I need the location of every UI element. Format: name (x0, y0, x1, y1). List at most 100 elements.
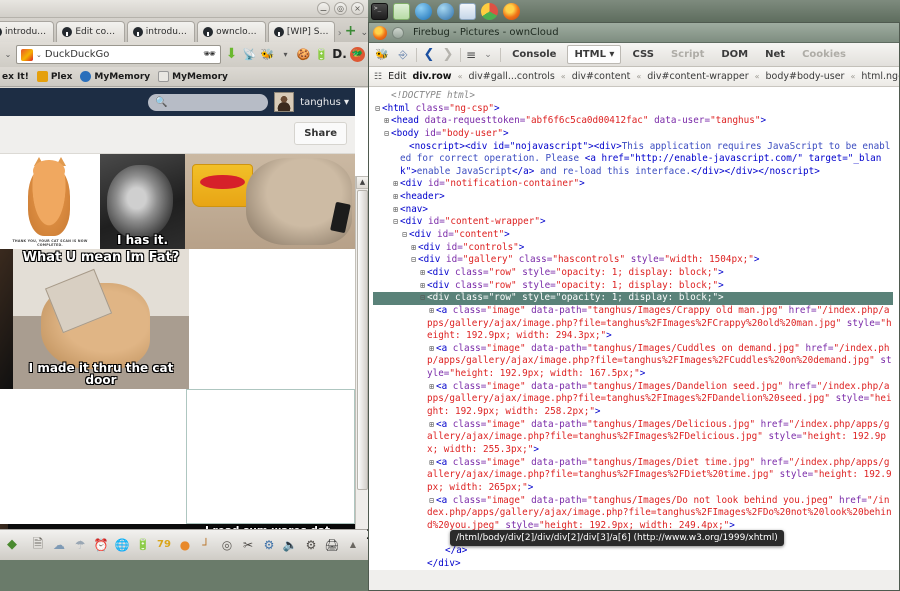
expand-twisty-icon[interactable]: ⊞ (382, 116, 391, 127)
html-line[interactable]: ⊞ <a class="image" data-path="tanghus/Ima… (373, 457, 893, 495)
currency-79-icon[interactable]: 79 (156, 537, 172, 553)
browser-tab[interactable]: Edit conta... (56, 21, 125, 42)
expand-twisty-icon[interactable]: ⊞ (427, 344, 436, 355)
gallery-image[interactable] (189, 249, 355, 389)
bookmark-item[interactable]: MyMemory (80, 71, 150, 82)
html-line[interactable]: ⊟ <body id="body-user"> (373, 128, 893, 141)
target-icon[interactable]: ◎ (219, 537, 235, 553)
pointer-select-icon[interactable]: ⎆ (395, 48, 411, 62)
rss-icon[interactable]: 📡 (242, 47, 257, 62)
chevron-down-icon[interactable]: ⌄ (36, 51, 42, 59)
firebug-icon[interactable]: 🐝 (260, 47, 275, 62)
expand-twisty-icon[interactable]: ⊞ (391, 192, 400, 203)
html-line[interactable]: ⊞ <div class="row" style="opacity: 1; dis… (373, 280, 893, 293)
xpath-icon[interactable]: ☷ (374, 72, 382, 82)
expand-twisty-icon[interactable]: ⊞ (409, 243, 418, 254)
html-line[interactable]: </div> (373, 558, 893, 570)
share-button[interactable]: Share (294, 122, 347, 145)
browser-tab[interactable]: introduce ... (0, 21, 55, 42)
duckduckgo-icon[interactable]: 🐲 (350, 47, 365, 62)
document-icon[interactable] (459, 2, 476, 20)
tab-console[interactable]: Console (506, 46, 562, 63)
alarm-icon[interactable]: ⏰ (93, 537, 109, 553)
bookmark-item[interactable]: ex It! (2, 72, 29, 82)
forward-button[interactable]: ❯ (441, 47, 455, 62)
breadcrumb-item-gallery[interactable]: div#gall...controls (468, 71, 554, 82)
html-line[interactable]: ⊞ <div id="controls"> (373, 242, 893, 255)
network-icon[interactable]: ⚙ (303, 537, 319, 553)
collapse-twisty-icon[interactable]: ⊟ (418, 293, 427, 304)
terminal-icon[interactable] (371, 2, 388, 20)
html-line[interactable]: </a> (373, 545, 893, 558)
gallery-image[interactable] (185, 154, 355, 249)
html-line[interactable]: <noscript><div id="nojavascript"><div>Th… (373, 141, 893, 179)
search-icon[interactable]: 🕶 (203, 49, 216, 60)
menu-icon[interactable]: ≡ (466, 48, 476, 62)
html-line[interactable]: ⊟ <div id="content"> (373, 229, 893, 242)
collapse-twisty-icon[interactable]: ⊟ (409, 255, 418, 266)
show-desktop-icon[interactable]: ◆ (4, 537, 20, 553)
expand-twisty-icon[interactable]: ⊞ (427, 458, 436, 469)
tab-list-chevron-down-icon[interactable]: ⌄ (360, 28, 368, 38)
gallery-image[interactable] (0, 389, 186, 524)
cloud-icon[interactable]: ☂ (72, 537, 88, 553)
avatar[interactable] (274, 92, 295, 112)
chevron-down-icon[interactable]: ⌄ (481, 50, 495, 60)
html-line[interactable]: ⊟ <div id="content-wrapper"> (373, 216, 893, 229)
breadcrumb-item-content[interactable]: div#content (572, 71, 631, 82)
search-input[interactable]: ⌄ DuckDuckGo 🕶 (16, 45, 221, 64)
page-scrollbar[interactable]: ▲ ▼ (355, 176, 368, 548)
gallery-image[interactable] (0, 249, 13, 389)
tab-cookies[interactable]: Cookies (796, 46, 852, 63)
html-line[interactable]: ⊞ <head data-requesttoken="abf6f6c5ca0d00… (373, 115, 893, 128)
html-line[interactable]: ⊞ <a class="image" data-path="tanghus/Ima… (373, 419, 893, 457)
html-line[interactable]: ⊞ <div id="notification-container"> (373, 178, 893, 191)
expand-twisty-icon[interactable]: ⊞ (418, 281, 427, 292)
printer-icon[interactable]: 🖨 (324, 537, 340, 553)
gallery-image[interactable] (186, 389, 355, 524)
globe-icon[interactable]: 🌐 (114, 537, 130, 553)
new-tab-button[interactable]: + (345, 23, 357, 39)
weather-icon[interactable]: ☁ (51, 537, 67, 553)
html-line[interactable]: ⊟ <a class="image" data-path="tanghus/Ima… (373, 495, 893, 533)
html-line[interactable]: ⊞ <nav> (373, 204, 893, 217)
tab-html[interactable]: HTML ▾ (567, 45, 622, 64)
corner-icon[interactable]: ┘ (198, 537, 214, 553)
chrome-icon[interactable] (481, 2, 498, 20)
tab-overflow-icon[interactable]: › (338, 28, 342, 39)
bookmark-item[interactable]: MyMemory (158, 71, 228, 82)
close-button[interactable]: × (351, 2, 364, 15)
files-icon[interactable]: 🗎 (30, 537, 46, 553)
volume-icon[interactable]: 🔈 (282, 537, 298, 553)
download-icon[interactable]: ⬇ (224, 47, 239, 62)
globe-icon[interactable] (437, 2, 454, 20)
tab-dom[interactable]: DOM (715, 46, 754, 63)
collapse-twisty-icon[interactable]: ⊟ (391, 217, 400, 228)
html-line[interactable]: ⊟ <div id="gallery" class="hascontrols" s… (373, 254, 893, 267)
browser-tab[interactable]: introduce ... (126, 21, 196, 42)
scroll-up-arrow-icon[interactable]: ▲ (356, 176, 368, 189)
scissors-icon[interactable]: ✂ (240, 537, 256, 553)
maximize-button[interactable]: ◎ (334, 2, 347, 15)
window-menu-icon[interactable] (392, 26, 404, 39)
orange-circle-icon[interactable]: ● (177, 537, 193, 553)
edit-button[interactable]: Edit (388, 71, 406, 82)
expand-twisty-icon[interactable]: ⊞ (427, 306, 436, 317)
web-browser-icon[interactable] (415, 2, 432, 20)
tray-expand-icon[interactable]: ▲ (345, 537, 361, 553)
back-button[interactable]: ❮ (422, 47, 436, 62)
html-line[interactable]: ⊞ <a class="image" data-path="tanghus/Ima… (373, 305, 893, 343)
gallery-image[interactable]: What U mean Im Fat? I made it thru the c… (13, 249, 189, 389)
html-line[interactable]: ⊞ <header> (373, 191, 893, 204)
tab-script[interactable]: Script (665, 46, 710, 63)
breadcrumb-item-content-wrapper[interactable]: div#content-wrapper (647, 71, 748, 82)
tab-net[interactable]: Net (759, 46, 791, 63)
breadcrumb-item-html[interactable]: html.ng-csp (861, 71, 899, 82)
gallery-image[interactable]: I has it. (100, 154, 185, 249)
html-tree-panel[interactable]: <!DOCTYPE html> ⊟ <html class="ng-csp"> ⊞ <h… (369, 87, 899, 570)
collapse-twisty-icon[interactable]: ⊟ (427, 496, 436, 507)
minimize-button[interactable]: ⚊ (317, 2, 330, 15)
battery-icon[interactable]: 🔋 (135, 537, 151, 553)
breadcrumb-item-body[interactable]: body#body-user (766, 71, 845, 82)
ddg-letter-icon[interactable]: D. (332, 47, 347, 62)
